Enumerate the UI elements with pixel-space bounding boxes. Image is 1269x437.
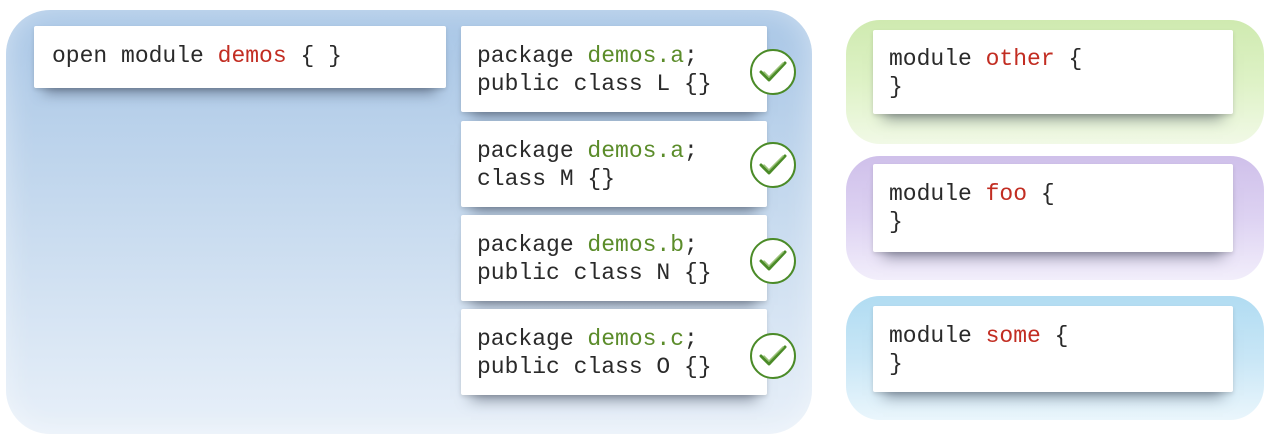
package-semicolon: ;: [684, 138, 698, 164]
check-icon: [750, 333, 796, 379]
module-open-brace: {: [1027, 181, 1055, 207]
module-close-brace: }: [889, 74, 903, 100]
other-module-card: module other { }: [873, 30, 1233, 114]
foo-module-card: module foo { }: [873, 164, 1233, 252]
some-module-card: module some { }: [873, 306, 1233, 392]
package-keyword: package: [477, 138, 588, 164]
package-semicolon: ;: [684, 43, 698, 69]
module-name: foo: [985, 181, 1028, 207]
module-close-brace: }: [889, 209, 903, 235]
package-keyword: package: [477, 43, 588, 69]
module-name: some: [985, 323, 1041, 349]
package-semicolon: ;: [684, 232, 698, 258]
package-card-b-n: package demos.b; public class N {}: [461, 215, 767, 301]
package-card-a-l: package demos.a; public class L {}: [461, 26, 767, 112]
package-name: demos.a: [587, 43, 685, 69]
module-open-brace: {: [1054, 46, 1083, 72]
package-card-c-o: package demos.c; public class O {}: [461, 309, 767, 395]
module-keyword: open module: [52, 43, 218, 69]
module-keyword: module: [889, 46, 986, 72]
package-keyword: package: [477, 326, 588, 352]
demos-module-card: open module demos { }: [34, 26, 446, 88]
class-declaration: class M {}: [477, 166, 616, 192]
check-icon: [750, 49, 796, 95]
check-icon: [750, 142, 796, 188]
module-keyword: module: [889, 323, 986, 349]
package-semicolon: ;: [684, 326, 698, 352]
module-close-brace: }: [889, 351, 903, 377]
package-name: demos.b: [587, 232, 685, 258]
module-name: other: [985, 46, 1055, 72]
package-name: demos.a: [587, 138, 685, 164]
class-declaration: public class L {}: [477, 71, 712, 97]
package-card-a-m: package demos.a; class M {}: [461, 121, 767, 207]
class-declaration: public class O {}: [477, 354, 712, 380]
demos-module-declaration: open module demos { }: [52, 42, 342, 70]
module-braces: { }: [286, 43, 342, 69]
check-icon: [750, 238, 796, 284]
class-declaration: public class N {}: [477, 260, 712, 286]
module-name: demos: [217, 43, 287, 69]
package-keyword: package: [477, 232, 588, 258]
module-keyword: module: [889, 181, 986, 207]
module-open-brace: {: [1040, 323, 1069, 349]
package-name: demos.c: [587, 326, 685, 352]
